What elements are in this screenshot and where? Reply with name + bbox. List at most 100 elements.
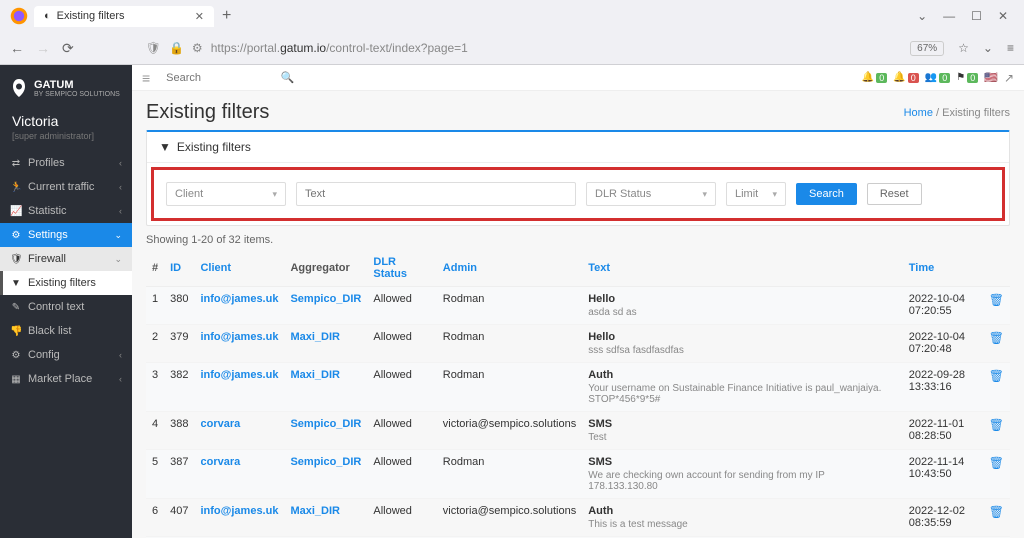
top-badges: 🔔0 🔔0 👥0 ⚑0 🇺🇸 ↗ <box>862 71 1014 85</box>
flag-icon-1[interactable]: 🇺🇸 <box>984 71 998 84</box>
new-tab-button[interactable]: + <box>222 7 231 25</box>
sidebar-item-config[interactable]: ⚙Config‹ <box>0 343 132 367</box>
client-link[interactable]: corvara <box>200 456 240 468</box>
cell-id: 387 <box>164 450 194 499</box>
search-button[interactable]: Search <box>796 183 857 205</box>
sidebar-item-settings[interactable]: ⚙Settings⌄ <box>0 223 132 247</box>
breadcrumb-home[interactable]: Home <box>904 107 933 119</box>
client-link[interactable]: info@james.uk <box>200 331 278 343</box>
aggregator-link[interactable]: Sempico_DIR <box>290 293 361 305</box>
pocket-icon[interactable]: ⌄ <box>983 41 993 55</box>
sidebar-menu: ⇄Profiles‹ 🏃Current traffic‹ 📈Statistic‹… <box>0 151 132 391</box>
window-maximize-icon[interactable]: ☐ <box>971 9 982 23</box>
limit-select[interactable]: Limit <box>726 182 786 206</box>
page-header: Existing filters Home / Existing filters <box>146 101 1010 124</box>
back-button[interactable]: ← <box>10 40 24 56</box>
window-chevron-icon[interactable]: ⌄ <box>917 9 927 23</box>
window-close-icon[interactable]: ✕ <box>998 9 1008 23</box>
delete-icon[interactable]: 🗑 <box>989 418 1004 432</box>
url-bar[interactable]: 🛡 🔒 ⚙ https://portal.gatum.io/control-te… <box>86 41 898 55</box>
sidebar-item-current-traffic[interactable]: 🏃Current traffic‹ <box>0 175 132 199</box>
dlr-status-select[interactable]: DLR Status <box>586 182 716 206</box>
url-text: https://portal.gatum.io/control-text/ind… <box>211 41 468 55</box>
tab-close-icon[interactable]: ✕ <box>195 10 204 23</box>
delete-icon[interactable]: 🗑 <box>989 331 1004 345</box>
search-icon[interactable]: 🔍 <box>280 71 294 84</box>
search-input[interactable] <box>166 72 276 84</box>
aggregator-link[interactable]: Maxi_DIR <box>290 369 340 381</box>
reset-button[interactable]: Reset <box>867 183 922 205</box>
reload-button[interactable]: ⟳ <box>62 40 74 57</box>
user-name: Victoria <box>12 113 120 129</box>
cell-idx: 2 <box>146 325 164 363</box>
client-link[interactable]: corvara <box>200 418 240 430</box>
col-dlr[interactable]: DLR Status <box>367 250 436 287</box>
tab-bar: ◐ Existing filters ✕ + ⌄ — ☐ ✕ <box>0 0 1024 32</box>
hamburger-icon[interactable]: ≡ <box>142 70 150 86</box>
sidebar-item-firewall[interactable]: 🛡Firewall⌄ <box>0 247 132 271</box>
notif-badge-2[interactable]: 🔔0 <box>893 72 918 83</box>
cell-text: AuthThis is a test message <box>582 499 903 537</box>
content: Existing filters Home / Existing filters… <box>132 91 1024 538</box>
zoom-level[interactable]: 67% <box>910 41 944 56</box>
col-id[interactable]: ID <box>164 250 194 287</box>
sliders-icon: ⚙ <box>10 230 22 241</box>
browser-tab[interactable]: ◐ Existing filters ✕ <box>34 6 214 27</box>
col-client[interactable]: Client <box>194 250 284 287</box>
app-menu-icon[interactable]: ≡ <box>1007 41 1014 55</box>
aggregator-link[interactable]: Sempico_DIR <box>290 456 361 468</box>
sidebar-item-control-text[interactable]: ✎Control text <box>0 295 132 319</box>
table-row: 3382info@james.ukMaxi_DIRAllowedRodmanAu… <box>146 363 1010 412</box>
cell-idx: 4 <box>146 412 164 450</box>
cell-time: 2022-11-14 10:43:50 <box>903 450 983 499</box>
delete-icon[interactable]: 🗑 <box>989 505 1004 519</box>
notif-badge-1[interactable]: 🔔0 <box>862 72 887 83</box>
notif-badge-4[interactable]: ⚑0 <box>956 72 978 83</box>
col-idx: # <box>146 250 164 287</box>
table-row: 4388corvaraSempico_DIRAllowedvictoria@se… <box>146 412 1010 450</box>
gear-icon: ⚙ <box>10 350 22 361</box>
aggregator-link[interactable]: Sempico_DIR <box>290 418 361 430</box>
notif-badge-3[interactable]: 👥0 <box>925 72 950 83</box>
sidebar-item-existing-filters[interactable]: ▼Existing filters <box>0 271 132 295</box>
panel-title: ▼ Existing filters <box>147 132 1009 163</box>
delete-icon[interactable]: 🗑 <box>989 293 1004 307</box>
delete-icon[interactable]: 🗑 <box>989 456 1004 470</box>
tab-title: Existing filters <box>57 10 125 22</box>
col-text[interactable]: Text <box>582 250 903 287</box>
nav-bar: ← → ⟳ 🛡 🔒 ⚙ https://portal.gatum.io/cont… <box>0 32 1024 64</box>
delete-icon[interactable]: 🗑 <box>989 369 1004 383</box>
thumbs-down-icon: 👎 <box>10 326 22 337</box>
client-link[interactable]: info@james.uk <box>200 293 278 305</box>
sidebar-item-statistic[interactable]: 📈Statistic‹ <box>0 199 132 223</box>
shield-icon[interactable]: 🛡 <box>146 41 161 55</box>
aggregator-link[interactable]: Maxi_DIR <box>290 331 340 343</box>
cell-id: 379 <box>164 325 194 363</box>
top-search[interactable]: 🔍 <box>160 69 300 86</box>
filter-row: Client DLR Status Limit Search Reset <box>151 167 1005 221</box>
client-select[interactable]: Client <box>166 182 286 206</box>
client-link[interactable]: info@james.uk <box>200 505 278 517</box>
aggregator-link[interactable]: Maxi_DIR <box>290 505 340 517</box>
client-link[interactable]: info@james.uk <box>200 369 278 381</box>
window-minimize-icon[interactable]: — <box>943 9 955 23</box>
cell-admin: Rodman <box>437 325 582 363</box>
col-time[interactable]: Time <box>903 250 983 287</box>
cell-dlr: Allowed <box>367 325 436 363</box>
brand-name: GATUM <box>34 79 120 91</box>
text-input[interactable] <box>296 182 576 206</box>
chevron-down-icon: ⌄ <box>114 230 122 241</box>
forward-button[interactable]: → <box>36 40 50 56</box>
external-link-icon[interactable]: ↗ <box>1004 71 1014 85</box>
sidebar-item-market-place[interactable]: ▦Market Place‹ <box>0 367 132 391</box>
main-area: ≡ 🔍 🔔0 🔔0 👥0 ⚑0 🇺🇸 ↗ Existing filters Ho… <box>132 65 1024 538</box>
breadcrumb: Home / Existing filters <box>904 107 1010 119</box>
cell-text: SMSWe are checking own account for sendi… <box>582 450 903 499</box>
permissions-icon[interactable]: ⚙ <box>192 41 203 55</box>
lock-icon[interactable]: 🔒 <box>169 41 184 55</box>
table-row: 6407info@james.ukMaxi_DIRAllowedvictoria… <box>146 499 1010 537</box>
bookmark-star-icon[interactable]: ☆ <box>958 41 969 55</box>
col-admin[interactable]: Admin <box>437 250 582 287</box>
sidebar-item-profiles[interactable]: ⇄Profiles‹ <box>0 151 132 175</box>
sidebar-item-black-list[interactable]: 👎Black list <box>0 319 132 343</box>
